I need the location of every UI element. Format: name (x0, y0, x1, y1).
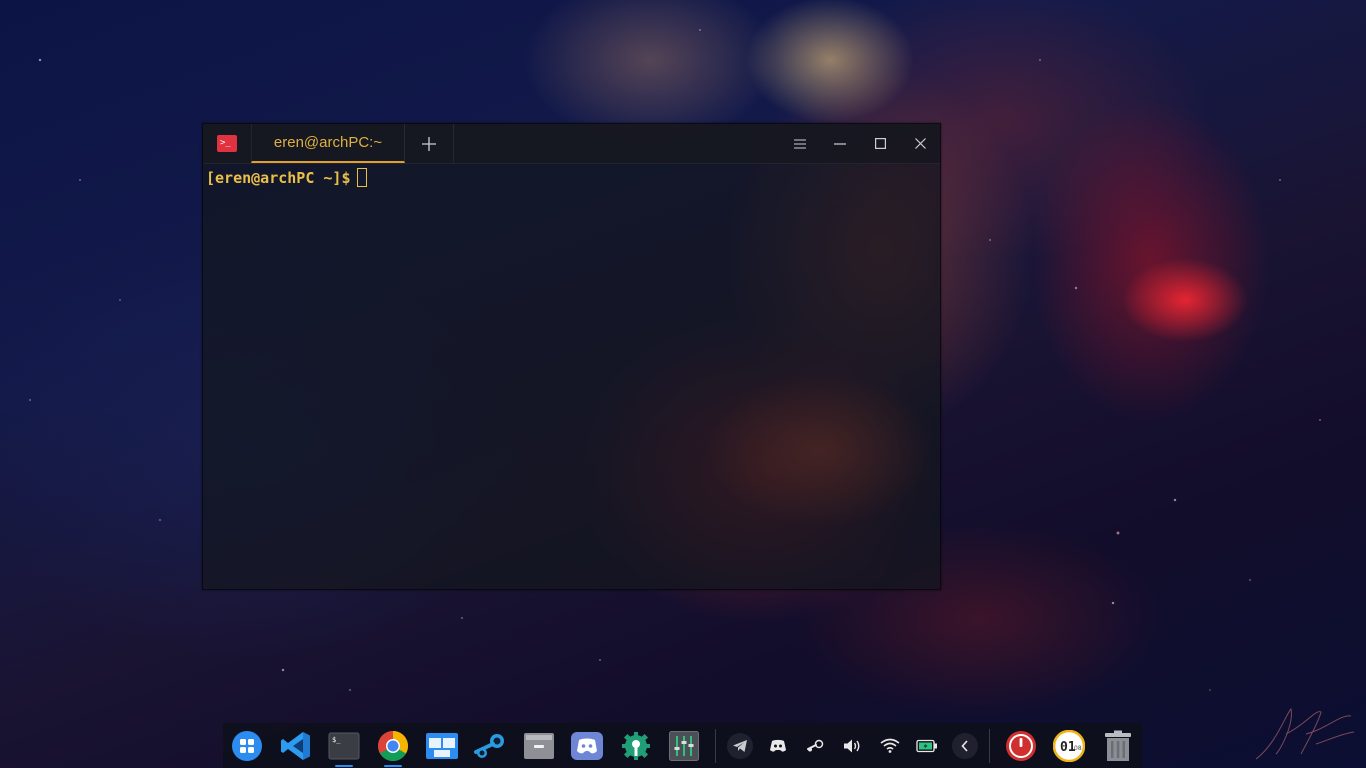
dock-trash[interactable] (1093, 723, 1142, 768)
close-icon (914, 138, 926, 149)
telegram-icon (733, 739, 748, 752)
mixer-icon (669, 730, 700, 761)
menu-icon (794, 139, 806, 148)
terminal-tab[interactable]: eren@archPC:~ (251, 124, 405, 163)
terminal-window[interactable]: >_ eren@archPC:~ [eren@archPC ~]$ (202, 123, 941, 590)
wallpaper-signature (1255, 707, 1355, 760)
minimize-icon (834, 142, 846, 145)
clock-minute: 08 (1074, 745, 1082, 752)
wifi-icon (880, 738, 900, 753)
dock: $_ 01 08 (223, 723, 1142, 768)
shell-prompt: [eren@archPC ~]$ (206, 168, 351, 187)
multitask-icon (425, 732, 458, 759)
dock-launcher[interactable] (223, 723, 272, 768)
titlebar-spacer[interactable] (454, 124, 780, 163)
minimize-button[interactable] (820, 124, 860, 163)
discord-icon (571, 731, 604, 760)
collapse-arrow-icon (961, 739, 968, 752)
tray-volume[interactable] (834, 723, 871, 768)
dock-steam[interactable] (466, 723, 515, 768)
file-manager-icon (523, 732, 554, 759)
terminal-tab-label: eren@archPC:~ (273, 134, 383, 151)
tray-battery[interactable] (909, 723, 946, 768)
dock-discord[interactable] (563, 723, 612, 768)
battery-icon (916, 739, 938, 752)
tray-telegram-bg (727, 732, 754, 759)
power-icon (1005, 730, 1036, 761)
running-indicator (335, 765, 354, 767)
settings-icon (621, 731, 650, 760)
tray-discord[interactable] (759, 723, 796, 768)
launcher-icon (232, 730, 263, 761)
dock-clock[interactable]: 01 08 (1045, 723, 1094, 768)
tray-steam[interactable] (796, 723, 833, 768)
maximize-icon (874, 138, 886, 149)
discord-tray-icon (769, 739, 786, 752)
terminal-output[interactable]: [eren@archPC ~]$ (203, 164, 940, 191)
menu-button[interactable] (780, 124, 820, 163)
dock-terminal[interactable]: $_ (320, 723, 369, 768)
dock-separator (714, 728, 716, 763)
dock-vscode[interactable] (272, 723, 321, 768)
plus-icon (422, 136, 436, 151)
vscode-icon (280, 731, 310, 760)
steam-icon (474, 733, 505, 758)
chrome-icon (377, 730, 408, 761)
tray-telegram[interactable] (722, 723, 759, 768)
terminal-icon: $_ (328, 732, 360, 759)
maximize-button[interactable] (860, 124, 900, 163)
dock-multitasking[interactable] (417, 723, 466, 768)
close-button[interactable] (900, 124, 940, 163)
clock-icon: 01 08 (1053, 729, 1086, 762)
dock-file-manager[interactable] (514, 723, 563, 768)
tray-collapse[interactable] (946, 723, 983, 768)
tray-wifi[interactable] (871, 723, 908, 768)
dock-separator (989, 728, 991, 763)
terminal-app-icon-box: >_ (203, 124, 251, 163)
running-indicator (383, 765, 402, 767)
text-cursor (356, 168, 367, 187)
trash-icon (1104, 730, 1131, 761)
dock-shutdown[interactable] (996, 723, 1045, 768)
dock-chrome[interactable] (369, 723, 418, 768)
svg-text:$_: $_ (332, 736, 341, 744)
terminal-titlebar[interactable]: >_ eren@archPC:~ (203, 124, 940, 164)
dock-mixer[interactable] (660, 723, 709, 768)
terminal-icon: >_ (217, 135, 237, 152)
dock-settings[interactable] (612, 723, 661, 768)
volume-icon (844, 739, 860, 752)
tray-collapse-bg (951, 732, 978, 759)
new-tab-button[interactable] (405, 124, 454, 163)
steam-tray-icon (807, 739, 824, 751)
